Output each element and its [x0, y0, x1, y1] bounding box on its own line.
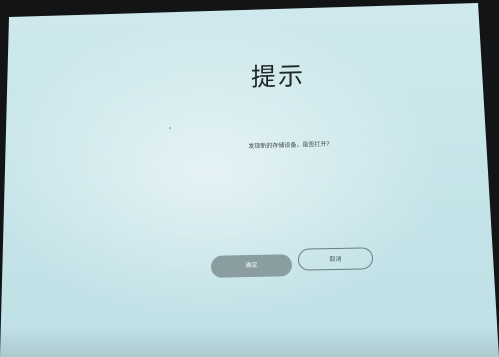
confirm-button[interactable]: 确定 — [211, 254, 292, 278]
screen-display: 提示 发现新的存储设备，是否打开? 确定 取消 — [0, 3, 499, 357]
screen-bottom-shade — [0, 326, 499, 357]
dust-speck — [169, 127, 171, 129]
photo-frame: 提示 发现新的存储设备，是否打开? 确定 取消 — [0, 0, 499, 357]
cancel-button[interactable]: 取消 — [298, 247, 373, 271]
dialog-message: 发现新的存储设备，是否打开? — [248, 140, 330, 151]
dialog-title: 提示 — [250, 61, 305, 92]
